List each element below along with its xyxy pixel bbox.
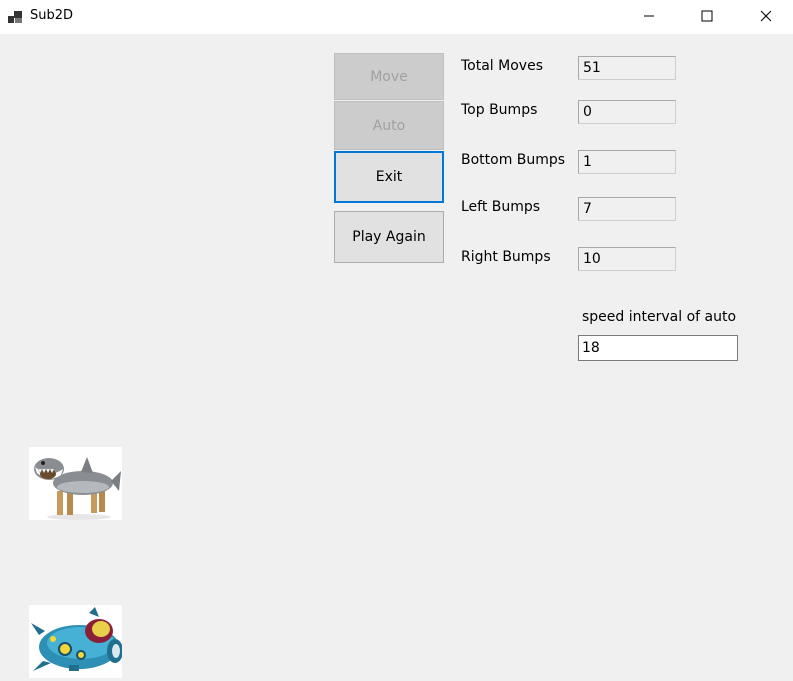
shark-dog-icon: [34, 457, 121, 520]
submarine-sprite: [29, 605, 122, 678]
bottom-bumps-label: Bottom Bumps: [461, 152, 566, 168]
shark-dog-sprite: [29, 447, 122, 520]
play-again-button[interactable]: Play Again: [334, 211, 444, 263]
left-bumps-field: 7: [578, 197, 676, 221]
app-icon: [8, 11, 22, 23]
speed-interval-input[interactable]: 18: [578, 335, 738, 361]
close-icon: [760, 10, 772, 22]
left-bumps-label: Left Bumps: [461, 199, 541, 215]
exit-button[interactable]: Exit: [334, 151, 444, 203]
total-moves-field: 51: [578, 56, 676, 80]
move-button[interactable]: Move: [334, 53, 444, 100]
total-moves-label: Total Moves: [461, 58, 543, 74]
speed-interval-label: speed interval of auto: [582, 309, 737, 325]
submarine-icon: [31, 607, 122, 671]
close-button[interactable]: [743, 0, 789, 32]
bottom-bumps-field: 1: [578, 150, 676, 174]
window-title: Sub2D: [30, 8, 74, 23]
minimize-button[interactable]: [626, 0, 672, 32]
maximize-button[interactable]: [684, 0, 730, 32]
auto-button[interactable]: Auto: [334, 101, 444, 150]
top-bumps-field: 0: [578, 100, 676, 124]
right-bumps-label: Right Bumps: [461, 249, 551, 265]
right-bumps-field: 10: [578, 247, 676, 271]
title-bar: Sub2D: [0, 0, 793, 34]
minimize-icon: [644, 15, 654, 17]
maximize-icon: [701, 10, 713, 22]
top-bumps-label: Top Bumps: [461, 102, 538, 118]
